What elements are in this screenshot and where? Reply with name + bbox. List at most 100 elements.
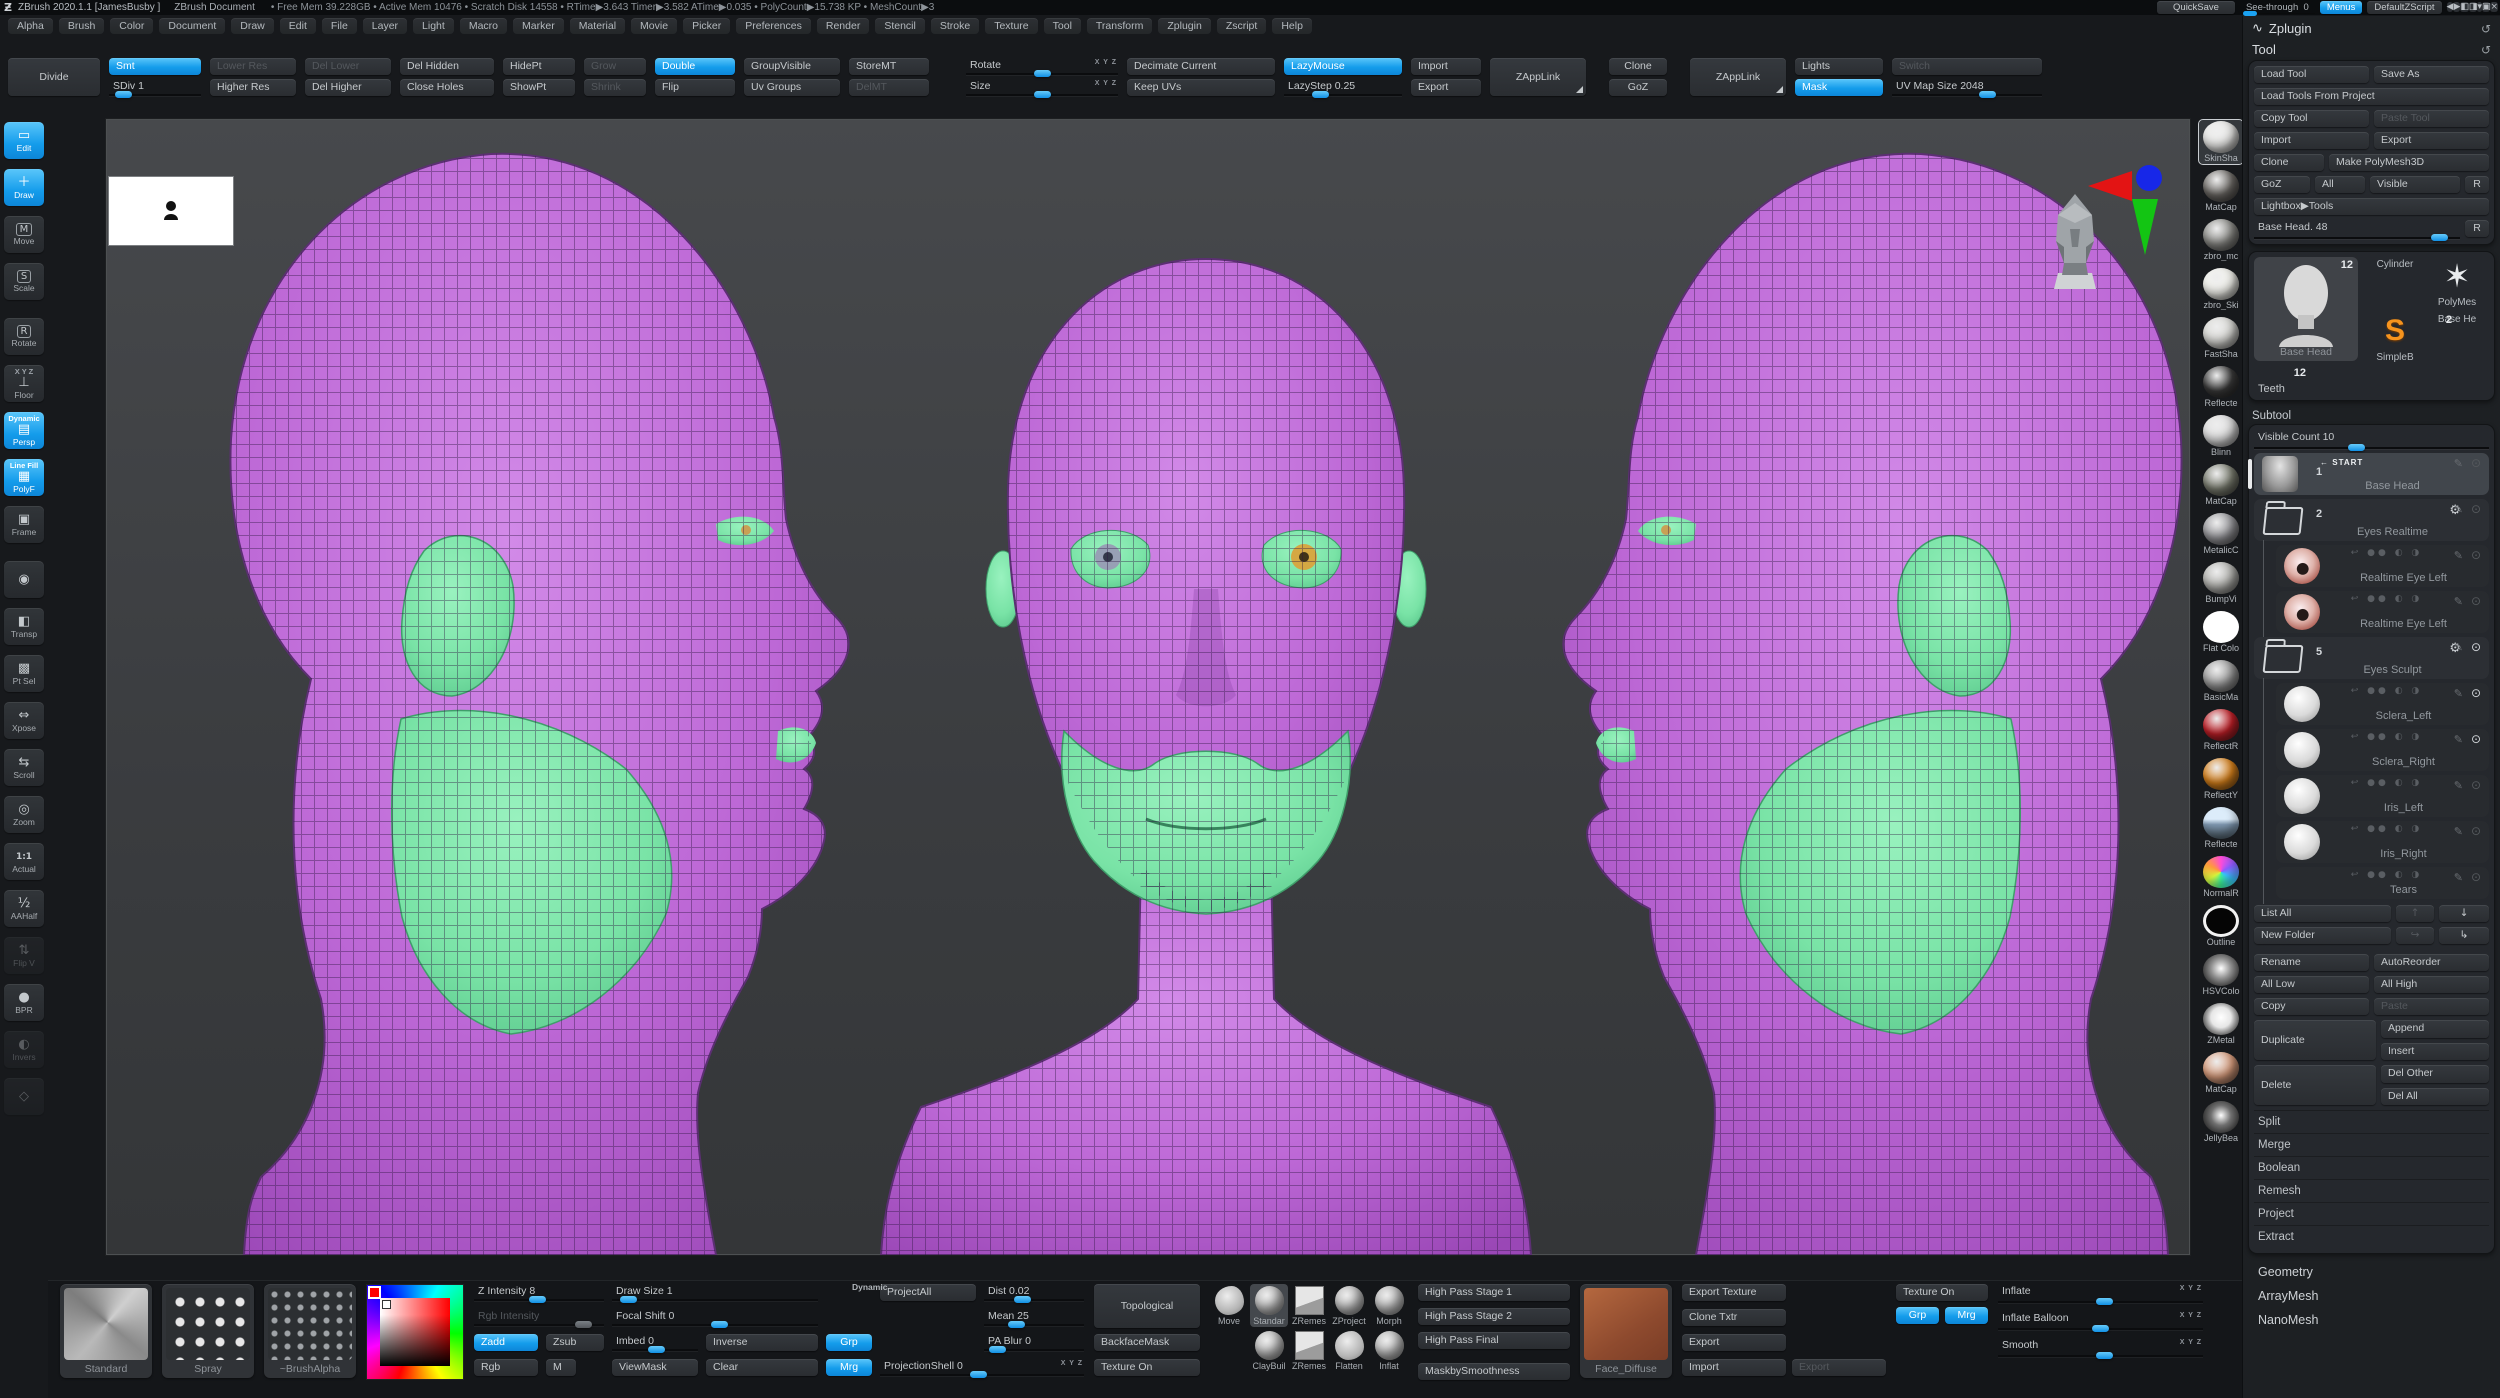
smooth-slider[interactable]: Smooth X Y Z — [1998, 1338, 2203, 1359]
load-tools-from-project-button[interactable]: Load Tools From Project — [2254, 88, 2489, 105]
mean-slider[interactable]: Mean 25 — [984, 1309, 1084, 1328]
high-pass-button[interactable]: High Pass Final — [1418, 1332, 1570, 1349]
material-item[interactable]: MetalicC — [2199, 512, 2243, 556]
keep-uvs-button[interactable]: Keep UVs — [1127, 79, 1275, 96]
section-row[interactable]: Merge — [2254, 1133, 2489, 1156]
zplugin-palette-header[interactable]: ∿ Zplugin ↺ — [2248, 18, 2495, 39]
subtool-row[interactable]: ↩ ●● ◐ ◑ ⚙ ✎ ⊙ 2 Eyes Realtime — [2254, 499, 2489, 541]
menu-item[interactable]: Zscript — [1216, 18, 1267, 34]
material-item[interactable]: ReflectR — [2199, 708, 2243, 752]
shrink-button[interactable]: Shrink — [584, 79, 646, 96]
quick-brush[interactable]: Morph — [1370, 1284, 1408, 1327]
menu-item[interactable]: Marker — [513, 18, 564, 34]
save-as-button[interactable]: Save As — [2374, 66, 2489, 83]
mrg-button[interactable]: Mrg — [826, 1359, 872, 1376]
export-disabled-button[interactable]: Export — [1792, 1359, 1886, 1376]
append-button[interactable]: Append — [2381, 1020, 2489, 1038]
stroke-selector[interactable]: Spray — [162, 1284, 254, 1378]
material-item[interactable]: BumpVi — [2199, 561, 2243, 605]
left-tool-button[interactable]: ▭ Edit — [4, 122, 44, 159]
load-tool-button[interactable]: Load Tool — [2254, 66, 2369, 83]
import-button[interactable]: Import — [1682, 1359, 1786, 1376]
group-visible-button[interactable]: GroupVisible — [744, 58, 840, 75]
left-tool-button[interactable]: ● BPR — [4, 984, 44, 1021]
left-tool-button[interactable]: 1:1 Actual — [4, 843, 44, 880]
mrg-button-2[interactable]: Mrg — [1945, 1307, 1988, 1324]
grp-button[interactable]: Grp — [826, 1334, 872, 1351]
palette-row[interactable]: NanoMesh — [2248, 1308, 2495, 1332]
draw-size-slider[interactable]: Draw Size 1 — [612, 1284, 818, 1303]
topological-button[interactable]: Topological — [1094, 1284, 1200, 1328]
camera-head-preview[interactable] — [2048, 189, 2102, 294]
uv-groups-button[interactable]: Uv Groups — [744, 79, 840, 96]
saturation-value-square[interactable] — [380, 1298, 450, 1366]
menu-item[interactable]: Layer — [362, 18, 408, 34]
delete-button[interactable]: Delete — [2254, 1065, 2376, 1105]
menu-item[interactable]: Alpha — [8, 18, 53, 34]
maskbysmoothness-button[interactable]: MaskbySmoothness — [1418, 1363, 1570, 1380]
all-high-button[interactable]: All High — [2374, 976, 2489, 993]
document-canvas[interactable] — [105, 118, 2191, 1256]
new-folder-button[interactable]: New Folder — [2254, 927, 2391, 944]
reset-icon[interactable]: ↺ — [2481, 22, 2491, 36]
flip-button[interactable]: Flip — [655, 79, 735, 96]
brush-icon[interactable]: ✎ — [2454, 641, 2463, 654]
clear-button[interactable]: Clear — [706, 1359, 818, 1376]
left-tool-button[interactable]: ⇆ Scroll — [4, 749, 44, 786]
alpha-selector[interactable]: ~BrushAlpha — [264, 1284, 356, 1378]
menu-item[interactable]: Preferences — [736, 18, 811, 34]
move-into-icon[interactable]: ↳ — [2439, 927, 2489, 944]
mask-button[interactable]: Mask — [1795, 79, 1883, 96]
size-slider[interactable]: Size X Y Z — [966, 79, 1118, 98]
brush-icon[interactable]: ✎ — [2454, 871, 2463, 884]
left-tool-button[interactable]: ⇅ Flip V — [4, 937, 44, 974]
divide-button[interactable]: Divide — [8, 58, 100, 96]
eye-icon[interactable]: ⊙ — [2471, 594, 2481, 608]
menu-item[interactable]: Color — [110, 18, 154, 34]
projectall-button[interactable]: ProjectAll — [880, 1284, 976, 1301]
quick-brush[interactable]: ClayBuil — [1250, 1329, 1288, 1372]
clone-button[interactable]: Clone — [1609, 58, 1667, 75]
export-button[interactable]: Export — [1682, 1334, 1786, 1351]
copy-tool-button[interactable]: Copy Tool — [2254, 110, 2369, 127]
visible-count-slider[interactable]: Visible Count 10 — [2254, 430, 2489, 451]
paste-tool-button[interactable]: Paste Tool — [2374, 110, 2489, 127]
showpt-button[interactable]: ShowPt — [503, 79, 575, 96]
brush-icon[interactable]: ✎ — [2454, 503, 2463, 516]
subtool-row[interactable]: ↩ ●● ◐ ◑ ⚙ ✎ ⊙ Realtime Eye Left — [2263, 586, 2489, 638]
clone-txtr-button[interactable]: Clone Txtr — [1682, 1309, 1786, 1326]
menu-item[interactable]: File — [321, 18, 357, 34]
reset-icon[interactable]: ↺ — [2481, 43, 2491, 57]
material-item[interactable]: BasicMa — [2199, 659, 2243, 703]
left-tool-button[interactable]: ⇔ Xpose — [4, 702, 44, 739]
left-tool-button[interactable]: X Y Z ⊥ Floor — [4, 365, 44, 402]
menu-item[interactable]: Help — [1272, 18, 1312, 34]
subtool-scrollbar[interactable] — [2248, 459, 2252, 489]
grow-button[interactable]: Grow — [584, 58, 646, 75]
left-tool-button[interactable]: ◐ Invers — [4, 1031, 44, 1068]
lazymouse-button[interactable]: LazyMouse — [1284, 58, 1402, 75]
del-higher-button[interactable]: Del Higher — [305, 79, 391, 96]
section-row[interactable]: Boolean — [2254, 1156, 2489, 1179]
subtool-section-header[interactable]: Subtool — [2248, 407, 2495, 424]
inflate-balloon-slider[interactable]: Inflate Balloon X Y Z — [1998, 1311, 2203, 1332]
inflate-slider[interactable]: Inflate X Y Z — [1998, 1284, 2203, 1305]
quick-brush[interactable]: ZRemes — [1290, 1329, 1328, 1372]
m-button[interactable]: M — [546, 1359, 576, 1376]
menu-item[interactable]: Material — [569, 18, 626, 34]
axis-z-icon[interactable] — [2136, 165, 2162, 191]
backfacemask-button[interactable]: BackfaceMask — [1094, 1334, 1200, 1351]
menu-item[interactable]: Stencil — [875, 18, 925, 34]
texture-on-button-2[interactable]: Texture On — [1896, 1284, 1988, 1301]
lightbox-tools-button[interactable]: Lightbox▶Tools — [2254, 198, 2489, 215]
quick-brush[interactable]: Flatten — [1330, 1329, 1368, 1372]
material-item[interactable]: MatCap — [2199, 1051, 2243, 1095]
goz-visible-button[interactable]: Visible — [2370, 176, 2460, 193]
menu-item[interactable]: Draw — [231, 18, 274, 34]
quicksave-button[interactable]: QuickSave — [2157, 1, 2235, 14]
quick-brush[interactable]: ZProject — [1330, 1284, 1368, 1327]
autoreorder-button[interactable]: AutoReorder — [2374, 954, 2489, 971]
menu-item[interactable]: Render — [816, 18, 870, 34]
eye-icon[interactable]: ⊙ — [2471, 502, 2481, 516]
move-out-icon[interactable]: ↪ — [2396, 927, 2434, 944]
